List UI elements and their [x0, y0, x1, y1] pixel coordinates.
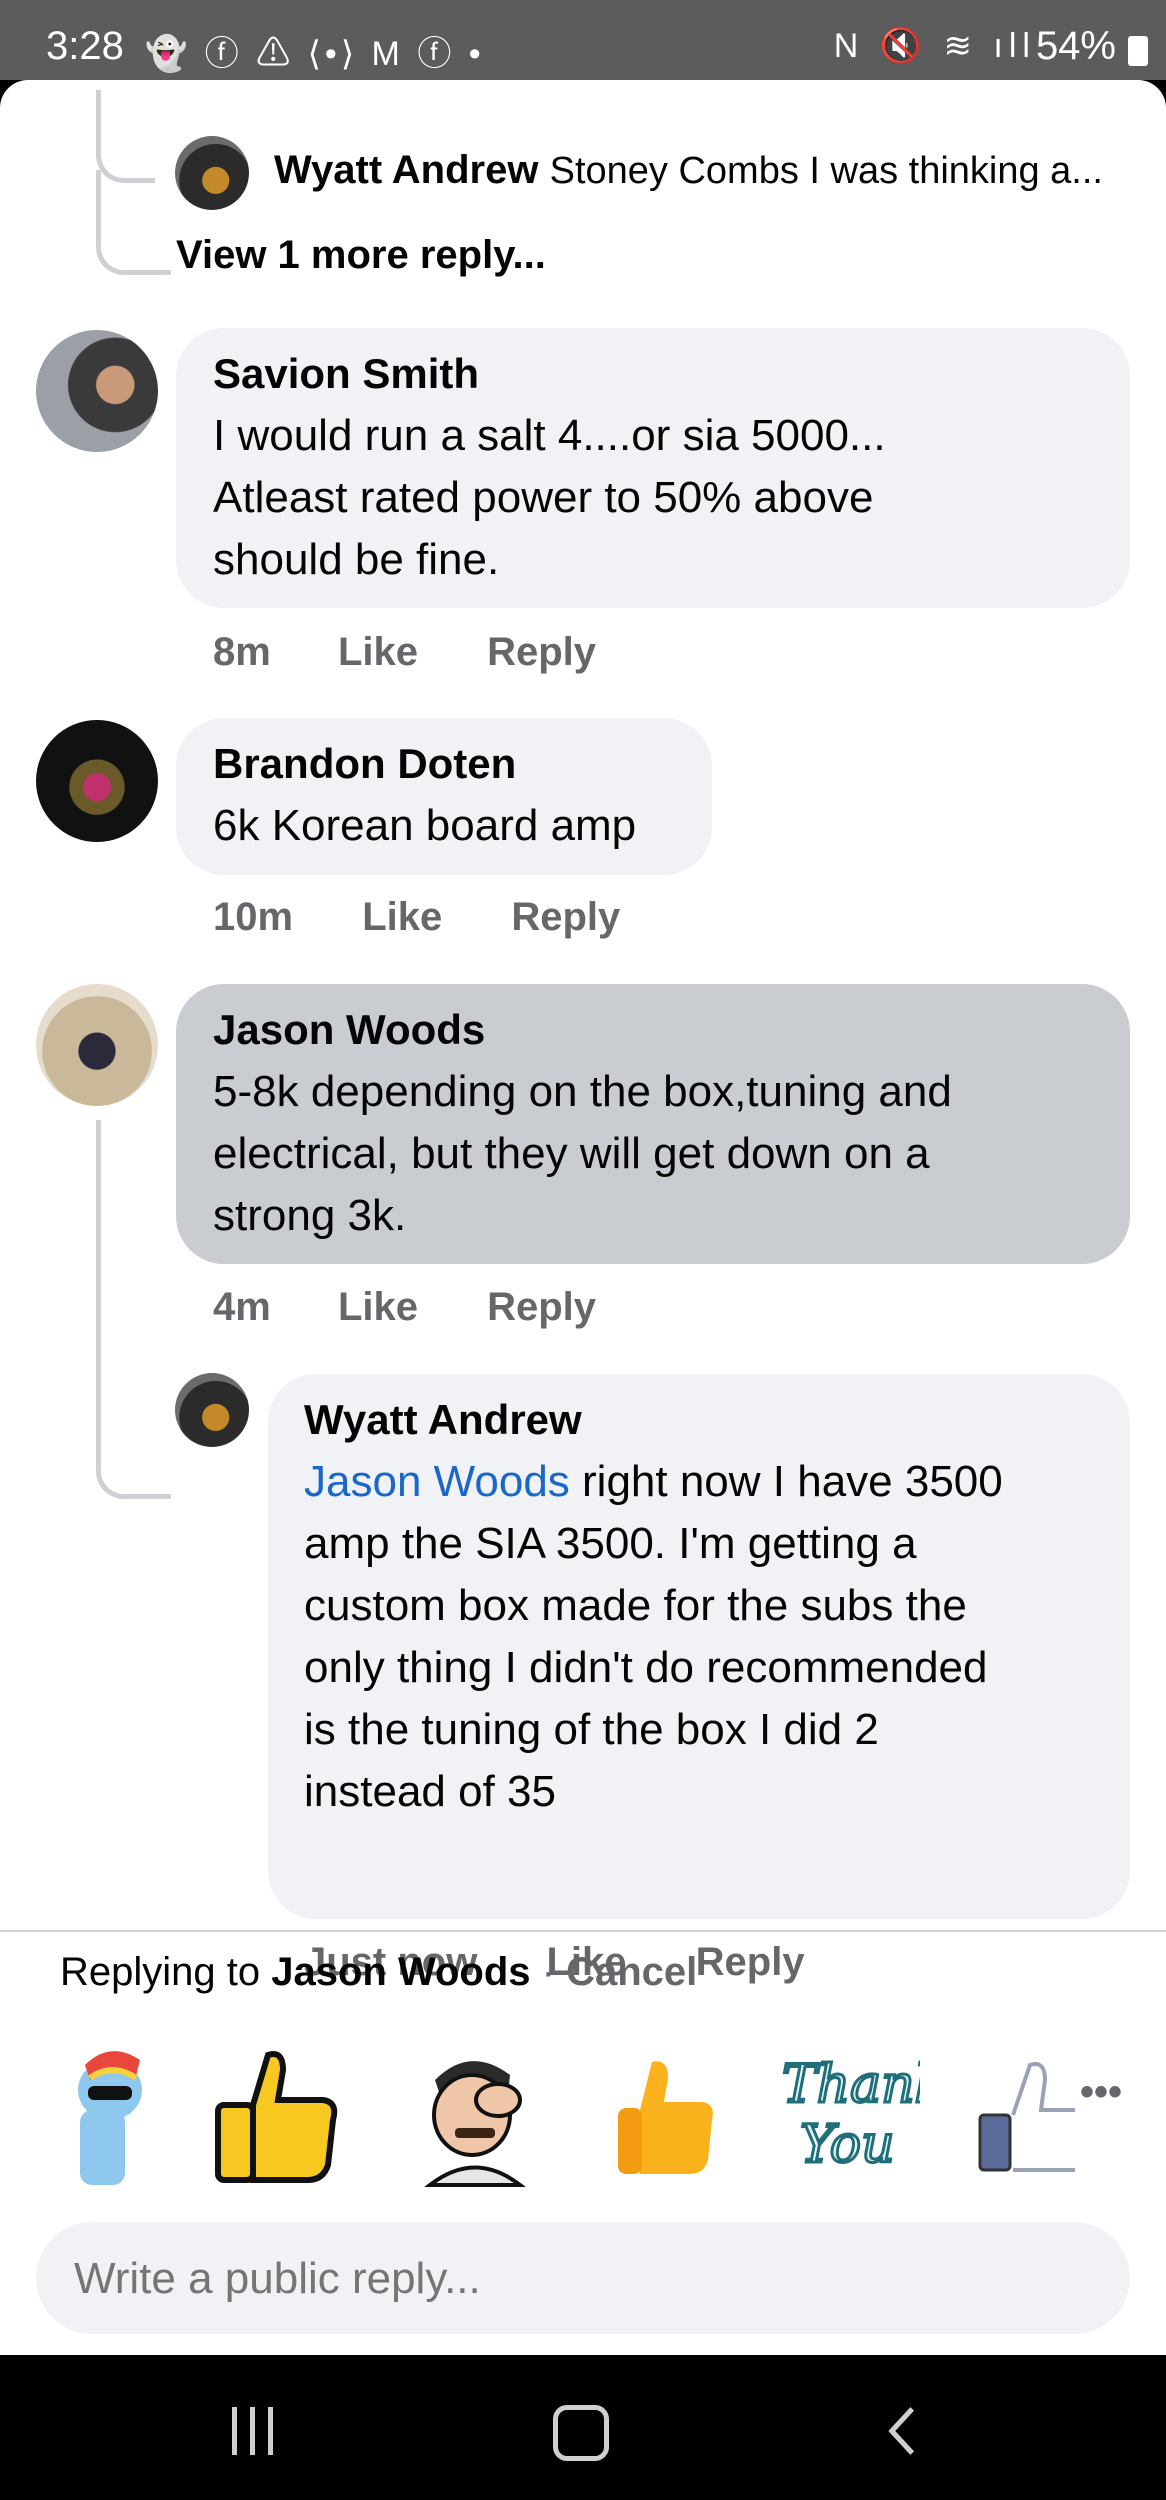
reply-line: is the tuning of the box I did 2 — [304, 1705, 879, 1754]
notification-icons: 👻 ⓕ ⚠ ⟨•⟩ M ⓕ • — [145, 35, 485, 73]
comment-actions: 10m Like Reply — [213, 895, 620, 940]
replying-label: Replying to — [60, 1950, 272, 1994]
thumbs-up-emoji-sticker[interactable] — [590, 2040, 740, 2190]
comment-author[interactable]: Savion Smith — [213, 350, 479, 398]
thank-you-script-sticker[interactable]: Thank You — [770, 2040, 921, 2190]
comment-line: 5-8k depending on the box,tuning and — [213, 1067, 952, 1116]
comment-actions: 4m Like Reply — [213, 1285, 596, 1330]
thread-connector — [96, 1380, 171, 1499]
comment-author[interactable]: Jason Woods — [213, 1006, 485, 1054]
svg-text:Thank: Thank — [782, 2055, 920, 2115]
timestamp[interactable]: 8m — [213, 630, 271, 674]
sticker-row: Thank You ••• — [0, 2030, 1166, 2205]
separator: · — [530, 1950, 567, 1994]
reply-line-text: right now I have 3500 — [569, 1457, 1003, 1506]
replying-name: Jason Woods — [271, 1950, 531, 1994]
reply-line: custom box made for the subs the — [304, 1581, 967, 1630]
reply-button[interactable]: Reply — [487, 1285, 596, 1329]
reply-button[interactable]: Reply — [487, 630, 596, 674]
comment-line: I would run a salt 4....or sia 5000... — [213, 411, 886, 460]
clock: 3:28 — [46, 24, 124, 68]
status-bar: 3:28 👻 ⓕ ⚠ ⟨•⟩ M ⓕ • N 🔇 ≋ ıll 54% — [0, 0, 1166, 80]
comment-text: 6k Korean board amp — [213, 795, 636, 857]
reply-input[interactable] — [72, 2222, 1096, 2336]
mention-link[interactable]: Jason Woods — [304, 1457, 570, 1506]
battery-percent: 54% — [1035, 24, 1116, 68]
svg-text:You: You — [800, 2115, 895, 2175]
home-icon[interactable] — [553, 2405, 609, 2461]
reply-input-container — [36, 2222, 1130, 2336]
timestamp[interactable]: 10m — [213, 895, 293, 939]
thread-connector — [96, 170, 171, 275]
reply-button[interactable]: Reply — [511, 895, 620, 939]
reply-line: only thing I didn't do recommended — [304, 1643, 988, 1692]
comment-author[interactable]: Brandon Doten — [213, 740, 516, 788]
back-icon[interactable] — [885, 2403, 919, 2459]
avatar[interactable] — [175, 1373, 249, 1447]
thumbs-up-cartoon-sticker[interactable] — [198, 2040, 348, 2190]
like-thumb-outline-sticker[interactable] — [975, 2040, 1075, 2190]
comment-text: 5-8k depending on the box,tuning and ele… — [213, 1061, 952, 1247]
like-button[interactable]: Like — [362, 895, 442, 939]
divider — [0, 1930, 1166, 1932]
battery-icon — [1128, 36, 1148, 66]
comments-sheet: — — — Wyatt Andrew Stoney Combs I was th… — [0, 80, 1166, 2355]
recent-apps-icon[interactable] — [228, 2407, 278, 2455]
reply-author[interactable]: Wyatt Andrew — [274, 148, 538, 192]
cancel-reply-button[interactable]: Cancel — [566, 1950, 697, 1994]
comment-text: I would run a salt 4....or sia 5000... A… — [213, 405, 886, 591]
android-nav-bar — [0, 2355, 1166, 2500]
comment-actions: 8m Like Reply — [213, 630, 596, 675]
comment-line: electrical, but they will get down on a — [213, 1129, 930, 1178]
timestamp[interactable]: 4m — [213, 1285, 271, 1329]
reply-line: instead of 35 — [304, 1767, 556, 1816]
rainbow-pony-sunglasses-sticker[interactable] — [40, 2040, 190, 2190]
thread-line — [96, 1120, 101, 1420]
comment-line: strong 3k. — [213, 1191, 407, 1240]
avatar[interactable] — [36, 330, 158, 452]
like-button[interactable]: Like — [338, 630, 418, 674]
avatar[interactable] — [175, 136, 249, 210]
reply-line: Jason Woods right now I have 3500 — [304, 1451, 1003, 1513]
comment-line: should be fine. — [213, 535, 500, 584]
avatar[interactable] — [36, 984, 158, 1106]
reply-text: Jason Woods right now I have 3500 amp th… — [304, 1451, 1003, 1823]
reply-button[interactable]: Reply — [696, 1940, 805, 1984]
facepalm-man-sticker[interactable] — [400, 2040, 550, 2190]
more-stickers-icon[interactable]: ••• — [1080, 2070, 1122, 2115]
avatar[interactable] — [36, 720, 158, 842]
like-button[interactable]: Like — [338, 1285, 418, 1329]
replying-to-bar: Replying to Jason Woods · Cancel — [60, 1950, 697, 1995]
view-more-replies-link[interactable]: View 1 more reply... — [176, 233, 546, 278]
comment-line: 6k Korean board amp — [213, 801, 637, 850]
reply-preview[interactable]: Wyatt Andrew Stoney Combs I was thinking… — [274, 148, 1103, 193]
reply-line: amp the SIA 3500. I'm getting a — [304, 1519, 917, 1568]
cut-off-meta-row: — — — — [175, 80, 317, 95]
reply-author[interactable]: Wyatt Andrew — [304, 1396, 582, 1444]
system-icons: N 🔇 ≋ ıll — [833, 27, 1036, 65]
comment-line: Atleast rated power to 50% above — [213, 473, 874, 522]
reply-preview-text: Stoney Combs I was thinking a... — [549, 150, 1103, 192]
